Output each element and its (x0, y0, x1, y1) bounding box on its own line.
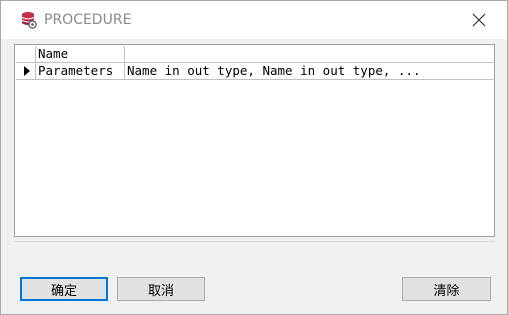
window-title: PROCEDURE (44, 12, 132, 28)
divider (14, 241, 495, 242)
grid-header-row: Name (16, 46, 493, 63)
cancel-button[interactable]: 取消 (117, 277, 205, 301)
database-gear-icon (20, 11, 38, 29)
parameters-name-cell[interactable]: Parameters (36, 63, 125, 79)
table-row[interactable]: Parameters Name in out type, Name in out… (16, 63, 493, 80)
current-row-arrow-icon (24, 66, 30, 76)
parameters-value-cell[interactable]: Name in out type, Name in out type, ... (125, 63, 493, 79)
clear-button[interactable]: 清除 (402, 277, 491, 301)
close-button[interactable] (463, 7, 495, 33)
procedure-dialog: PROCEDURE Name Parameters Name in out ty… (0, 0, 508, 315)
header-indicator-cell (16, 46, 36, 62)
header-name-cell: Name (36, 46, 125, 62)
ok-button[interactable]: 确定 (20, 277, 108, 301)
row-indicator-cell[interactable] (16, 63, 36, 79)
close-icon (472, 13, 486, 27)
header-value-cell (125, 46, 493, 62)
title-bar: PROCEDURE (1, 1, 507, 39)
parameters-grid[interactable]: Name Parameters Name in out type, Name i… (14, 44, 495, 237)
